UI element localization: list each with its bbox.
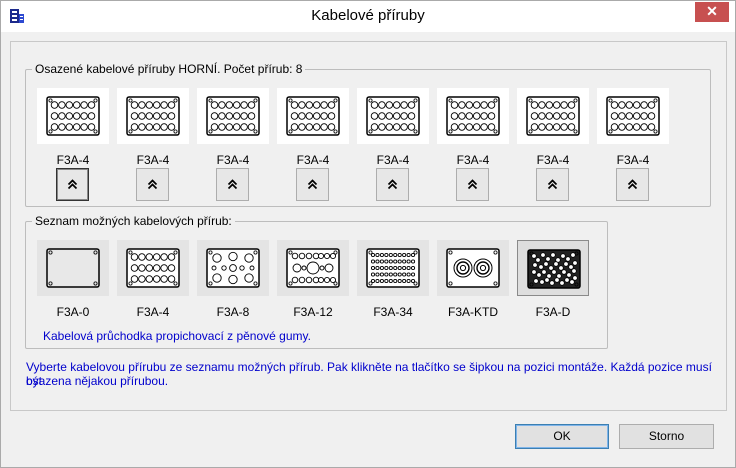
flange-f3a-d-icon <box>527 249 581 289</box>
flange-4-icon <box>366 96 420 136</box>
installed-flanges-group: Osazené kabelové příruby HORNÍ. Počet př… <box>25 62 711 207</box>
installed-slot-1-label: F3A-4 <box>56 153 90 167</box>
ok-button[interactable]: OK <box>515 424 609 449</box>
mount-slot-8-button[interactable] <box>616 168 649 201</box>
available-flange-label: F3A-12 <box>293 305 333 319</box>
flange-f3a-8-icon <box>206 248 260 288</box>
available-flange-label: F3A-4 <box>136 305 170 319</box>
available-flange-f3a-ktd[interactable] <box>437 240 509 296</box>
installed-slot-8-image <box>597 88 669 144</box>
double-chevron-up-icon <box>547 179 558 190</box>
installed-flanges-legend: Osazené kabelové příruby HORNÍ. Počet př… <box>32 62 306 76</box>
flange-4-icon <box>46 96 100 136</box>
available-flange-f3a-4[interactable] <box>117 240 189 296</box>
installed-slot-7-image <box>517 88 589 144</box>
installed-slot-5-label: F3A-4 <box>376 153 410 167</box>
installed-slot-8-label: F3A-4 <box>616 153 650 167</box>
mount-slot-3-button[interactable] <box>216 168 249 201</box>
available-flange-label: F3A-0 <box>56 305 90 319</box>
installed-slot-6-image <box>437 88 509 144</box>
double-chevron-up-icon <box>147 179 158 190</box>
flange-4-icon <box>526 96 580 136</box>
double-chevron-up-icon <box>227 179 238 190</box>
available-flanges-group: Seznam možných kabelových přírub: F3A-0 F… <box>25 214 608 349</box>
flange-4-icon <box>206 96 260 136</box>
installed-slot-2-image <box>117 88 189 144</box>
available-flange-label: F3A-KTD <box>447 305 498 319</box>
double-chevron-up-icon <box>307 179 318 190</box>
window-title: Kabelové příruby <box>311 7 425 24</box>
flange-4-icon <box>286 96 340 136</box>
installed-slot-6-label: F3A-4 <box>456 153 490 167</box>
title-bar[interactable]: Kabelové příruby ✕ <box>1 1 735 32</box>
flange-f3a-4-icon <box>126 248 180 288</box>
close-button[interactable]: ✕ <box>695 2 729 22</box>
double-chevron-up-icon <box>67 179 78 190</box>
available-flanges-legend: Seznam možných kabelových přírub: <box>32 214 235 228</box>
cancel-button[interactable]: Storno <box>619 424 714 449</box>
mount-slot-1-button[interactable] <box>56 168 89 201</box>
flange-4-icon <box>446 96 500 136</box>
mount-slot-7-button[interactable] <box>536 168 569 201</box>
installed-slot-5-image <box>357 88 429 144</box>
flange-4-icon <box>606 96 660 136</box>
close-icon: ✕ <box>706 3 718 19</box>
installed-slot-3-image <box>197 88 269 144</box>
mount-slot-5-button[interactable] <box>376 168 409 201</box>
mount-slot-4-button[interactable] <box>296 168 329 201</box>
available-flange-f3a-0[interactable] <box>37 240 109 296</box>
installed-slot-4-label: F3A-4 <box>296 153 330 167</box>
dialog-client-area: Osazené kabelové příruby HORNÍ. Počet př… <box>10 41 727 411</box>
flange-f3a-ktd-icon <box>446 248 500 288</box>
available-flange-f3a-34[interactable] <box>357 240 429 296</box>
flange-f3a-34-icon <box>366 248 420 288</box>
double-chevron-up-icon <box>627 179 638 190</box>
instructions-line-2: osazena nějakou přírubou. <box>26 374 169 388</box>
installed-slot-7-label: F3A-4 <box>536 153 570 167</box>
installed-slot-4-image <box>277 88 349 144</box>
available-flange-label: F3A-D <box>535 305 571 319</box>
available-flange-label: F3A-34 <box>373 305 413 319</box>
available-flange-label: F3A-8 <box>216 305 250 319</box>
available-flange-f3a-12[interactable] <box>277 240 349 296</box>
available-flange-f3a-8[interactable] <box>197 240 269 296</box>
dialog-window: Kabelové příruby ✕ Osazené kabelové přír… <box>0 0 736 468</box>
flange-f3a-0-icon <box>46 248 100 288</box>
installed-slot-3-label: F3A-4 <box>216 153 250 167</box>
mount-slot-2-button[interactable] <box>136 168 169 201</box>
installed-slot-2-label: F3A-4 <box>136 153 170 167</box>
flange-4-icon <box>126 96 180 136</box>
available-flange-f3a-d[interactable] <box>517 240 589 296</box>
mount-slot-6-button[interactable] <box>456 168 489 201</box>
flange-description: Kabelová průchodka propichovací z pěnové… <box>43 329 311 343</box>
flange-f3a-12-icon <box>286 248 340 288</box>
installed-slot-1-image <box>37 88 109 144</box>
double-chevron-up-icon <box>387 179 398 190</box>
double-chevron-up-icon <box>467 179 478 190</box>
